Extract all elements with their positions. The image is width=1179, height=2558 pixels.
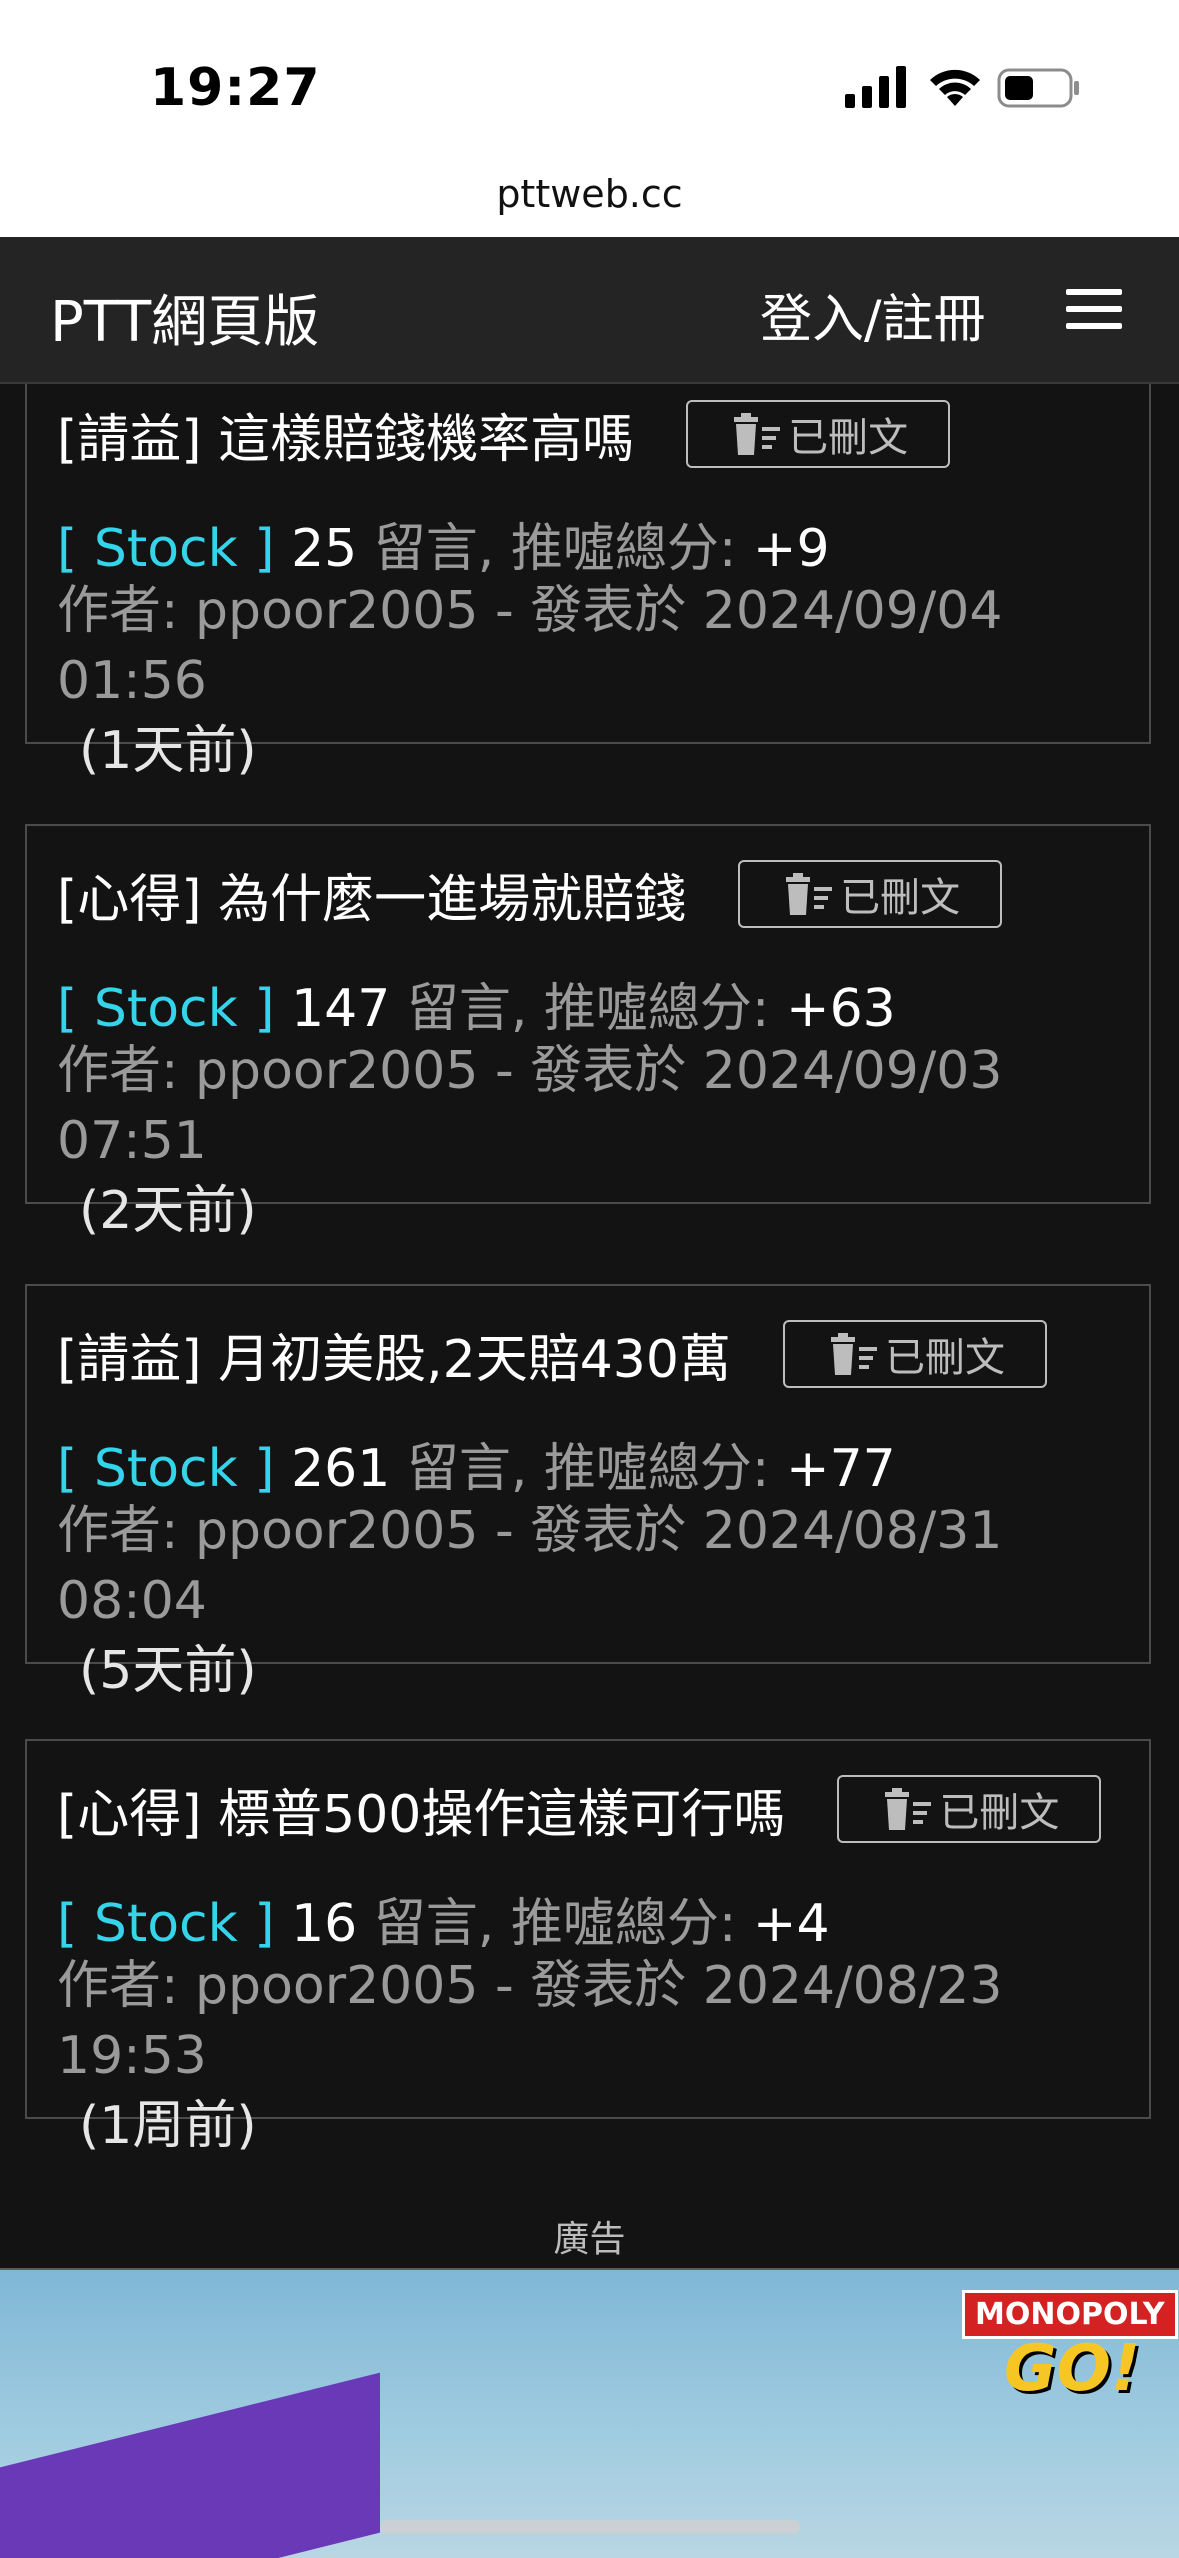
- post-meta: [ Stock ] 147 留言, 推噓總分: +63: [57, 966, 896, 1041]
- board-tag[interactable]: [ Stock ]: [57, 1439, 275, 1499]
- push-score: +77: [786, 1439, 896, 1499]
- post-card[interactable]: [心得] 為什麼一進場就賠錢 已刪文 [ Stock ] 147 留言, 推噓總…: [25, 824, 1151, 1241]
- hamburger-menu-icon[interactable]: [1066, 289, 1122, 329]
- login-register-link[interactable]: 登入/註冊: [760, 277, 986, 352]
- meta-label: 留言, 推噓總分:: [406, 979, 770, 1039]
- comment-count: 261: [291, 1439, 391, 1499]
- author-line: 作者: ppoor2005 - 發表於 2024/08/23 19:53 (1周…: [57, 1951, 1137, 2161]
- post-title[interactable]: [請益] 這樣賠錢機率高嗎: [57, 397, 634, 472]
- board-tag[interactable]: [ Stock ]: [57, 1894, 275, 1954]
- meta-label: 留言, 推噓總分:: [373, 519, 737, 579]
- post-title[interactable]: [心得] 為什麼一進場就賠錢: [57, 857, 686, 932]
- deleted-badge: 已刪文: [738, 860, 1003, 928]
- author-date: 作者: ppoor2005 - 發表於 2024/09/03 07:51: [57, 1041, 1003, 1171]
- comment-count: 25: [291, 519, 358, 579]
- post-meta: [ Stock ] 25 留言, 推噓總分: +9: [57, 506, 830, 581]
- comment-count: 147: [291, 979, 391, 1039]
- board-tag[interactable]: [ Stock ]: [57, 519, 275, 579]
- home-indicator[interactable]: [380, 2520, 800, 2534]
- deleted-badge: 已刪文: [686, 400, 951, 468]
- push-score: +63: [786, 979, 896, 1039]
- post-title[interactable]: [請益] 月初美股,2天賠430萬: [57, 1317, 731, 1392]
- comment-count: 16: [291, 1894, 358, 1954]
- status-time: 19:27: [150, 58, 321, 118]
- post-meta: [ Stock ] 261 留言, 推噓總分: +77: [57, 1426, 896, 1501]
- ad-label: 廣告: [553, 2219, 626, 2260]
- site-brand[interactable]: PTT網頁版: [50, 277, 319, 358]
- status-bar: 19:27 pttweb.cc: [0, 0, 1179, 237]
- trash-list-icon: [885, 1788, 932, 1830]
- post-meta: [ Stock ] 16 留言, 推噓總分: +4: [57, 1881, 830, 1956]
- deleted-badge: 已刪文: [837, 1775, 1102, 1843]
- ad-logo-go: GO!: [1004, 2332, 1141, 2406]
- deleted-label: 已刪文: [840, 875, 961, 921]
- post-card[interactable]: [請益] 這樣賠錢機率高嗎 已刪文 [ Stock ] 25 留言, 推噓總分:…: [25, 384, 1151, 781]
- post-card[interactable]: [心得] 標普500操作這樣可行嗎 已刪文 [ Stock ] 16 留言, 推…: [25, 1739, 1151, 2156]
- address-bar[interactable]: pttweb.cc: [0, 172, 1179, 216]
- deleted-badge: 已刪文: [782, 1320, 1047, 1388]
- meta-label: 留言, 推噓總分:: [373, 1894, 737, 1954]
- push-score: +9: [752, 519, 830, 579]
- push-score: +4: [752, 1894, 830, 1954]
- trash-list-icon: [734, 413, 781, 455]
- meta-label: 留言, 推噓總分:: [406, 1439, 770, 1499]
- relative-time: (2天前): [79, 1181, 257, 1241]
- site-header: PTT網頁版 登入/註冊: [0, 237, 1179, 384]
- trash-list-icon: [830, 1333, 877, 1375]
- deleted-label: 已刪文: [788, 415, 909, 461]
- cellular-signal-icon: [845, 66, 906, 108]
- author-date: 作者: ppoor2005 - 發表於 2024/08/31 08:04: [57, 1501, 1003, 1631]
- post-card[interactable]: [請益] 月初美股,2天賠430萬 已刪文 [ Stock ] 261 留言, …: [25, 1284, 1151, 1701]
- relative-time: (1周前): [79, 2096, 257, 2156]
- relative-time: (1天前): [79, 721, 257, 781]
- author-line: 作者: ppoor2005 - 發表於 2024/09/04 01:56 (1天…: [57, 576, 1137, 786]
- post-title[interactable]: [心得] 標普500操作這樣可行嗎: [57, 1772, 785, 1847]
- board-tag[interactable]: [ Stock ]: [57, 979, 275, 1039]
- deleted-label: 已刪文: [939, 1790, 1060, 1836]
- author-line: 作者: ppoor2005 - 發表於 2024/09/03 07:51 (2天…: [57, 1036, 1137, 1246]
- ad-artwork: [0, 2372, 380, 2558]
- author-date: 作者: ppoor2005 - 發表於 2024/09/04 01:56: [57, 581, 1003, 711]
- post-list: [請益] 這樣賠錢機率高嗎 已刪文 [ Stock ] 25 留言, 推噓總分:…: [0, 384, 1179, 2269]
- trash-list-icon: [786, 873, 833, 915]
- battery-icon: [997, 68, 1079, 108]
- relative-time: (5天前): [79, 1641, 257, 1701]
- author-date: 作者: ppoor2005 - 發表於 2024/08/23 19:53: [57, 1956, 1003, 2086]
- author-line: 作者: ppoor2005 - 發表於 2024/08/31 08:04 (5天…: [57, 1496, 1137, 1706]
- wifi-icon: [930, 69, 980, 106]
- ad-banner[interactable]: MONOPOLY GO!: [0, 2268, 1179, 2558]
- deleted-label: 已刪文: [884, 1335, 1005, 1381]
